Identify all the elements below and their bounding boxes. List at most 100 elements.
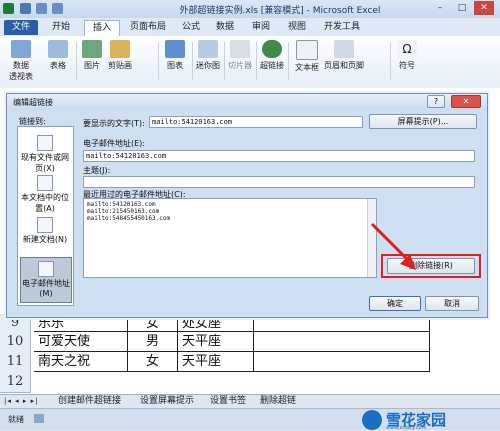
cell-sign[interactable]: 天平座 — [178, 332, 254, 352]
tab-review[interactable]: 审阅 — [246, 20, 276, 35]
recent-emails-list[interactable]: mailto:54120163.com mailto:215450163.com… — [83, 198, 377, 278]
ribbon-tabs: 文件 开始 插入 页面布局 公式 数据 审阅 视图 开发工具 — [0, 18, 500, 36]
macro-record-icon[interactable] — [34, 414, 44, 423]
snowflake-icon — [362, 410, 382, 430]
sheet-tab[interactable]: 创建邮件超链接 — [58, 395, 121, 408]
tab-data[interactable]: 数据 — [210, 20, 240, 35]
minimize-button[interactable]: – — [430, 1, 450, 15]
tab-page-layout[interactable]: 页面布局 — [124, 20, 172, 35]
clipart-button[interactable]: 剪贴画 — [106, 40, 134, 71]
textbox-icon — [296, 40, 318, 60]
watermark-logo: 雪花家园 www.xhjaty.com — [362, 409, 496, 431]
redo-icon[interactable] — [52, 3, 63, 14]
recent-email-item[interactable]: mailto:215450163.com — [87, 208, 373, 215]
help-button[interactable]: ? — [427, 95, 445, 108]
save-icon[interactable] — [20, 3, 31, 14]
sparkline-icon — [198, 40, 218, 58]
clipart-icon — [110, 40, 130, 58]
ribbon: 数据 透视表 表格 图片 剪贴画 图表 迷你图 切片器 超链接 文本框 页眉和页… — [0, 36, 500, 89]
title-bar: 外部超链接实例.xls [兼容模式] - Microsoft Excel – □… — [0, 0, 500, 18]
sheet-tab[interactable]: 设置屏幕提示 — [140, 395, 194, 408]
email-icon — [38, 261, 54, 277]
new-document-icon — [37, 217, 53, 233]
ribbon-separator — [256, 42, 257, 80]
window-title: 外部超链接实例.xls [兼容模式] - Microsoft Excel — [179, 6, 381, 16]
subject-input[interactable] — [83, 176, 475, 188]
link-to-existing-file[interactable]: 现有文件或网页(X) — [20, 135, 70, 174]
dialog-title: 编辑超链接 — [13, 98, 53, 107]
tab-developer[interactable]: 开发工具 — [318, 20, 366, 35]
cell-name[interactable]: 可爱天使 — [34, 332, 128, 352]
cancel-button[interactable]: 取消 — [425, 296, 479, 311]
sheet-tab[interactable]: 删除超链 — [260, 395, 296, 408]
excel-app-icon — [3, 3, 14, 14]
link-to-email[interactable]: 电子邮件地址(M) — [20, 257, 72, 303]
slicer-icon — [230, 40, 250, 58]
display-text-input[interactable]: mailto:54120163.com — [149, 116, 363, 128]
tab-home[interactable]: 开始 — [44, 20, 78, 35]
ribbon-separator — [76, 42, 77, 80]
recent-email-item[interactable]: mailto:54120163.com — [87, 201, 373, 208]
cell-gender[interactable]: 男 — [128, 332, 178, 352]
omega-icon: Ω — [397, 40, 417, 58]
header-footer-button[interactable]: 页眉和页脚 — [324, 40, 364, 71]
table-button[interactable]: 表格 — [44, 40, 72, 71]
sparkline-button[interactable]: 迷你图 — [194, 40, 222, 71]
ribbon-separator — [192, 42, 193, 80]
dialog-close-button[interactable]: ✕ — [451, 95, 481, 108]
ribbon-separator — [224, 42, 225, 80]
sheet-tab-bar: |◂ ◂ ▸ ▸| 创建邮件超链接 设置屏幕提示 设置书签 删除超链 — [0, 394, 500, 409]
maximize-button[interactable]: □ — [452, 1, 472, 15]
dialog-title-bar: 编辑超链接 ? ✕ — [7, 94, 487, 110]
header-footer-icon — [334, 40, 354, 58]
link-to-pane: 现有文件或网页(X) 本文档中的位置(A) 新建文档(N) 电子邮件地址(M) — [17, 126, 74, 306]
email-address-label: 电子邮件地址(E): — [83, 139, 145, 148]
cell-gender[interactable]: 女 — [128, 352, 178, 372]
ribbon-separator — [390, 42, 391, 80]
cell-empty[interactable] — [254, 332, 430, 352]
document-place-icon — [37, 175, 53, 191]
recent-email-item[interactable]: mailto:548455450163.com — [87, 215, 373, 222]
status-bar: 就绪 雪花家园 www.xhjaty.com — [0, 408, 500, 431]
cell-sign[interactable]: 天平座 — [178, 352, 254, 372]
cell-name[interactable]: 南天之祝 — [34, 352, 128, 372]
table-icon — [48, 40, 68, 58]
sheet-tab[interactable]: 设置书签 — [210, 395, 246, 408]
watermark-url: www.xhjaty.com — [386, 425, 427, 431]
tab-formulas[interactable]: 公式 — [176, 20, 206, 35]
globe-file-icon — [37, 135, 53, 151]
hyperlink-button[interactable]: 超链接 — [258, 40, 286, 71]
row-header[interactable]: 12 — [0, 372, 31, 393]
annotation-arrow — [370, 222, 416, 270]
close-window-button[interactable]: ✕ — [474, 1, 494, 15]
globe-link-icon — [262, 40, 282, 58]
link-to-new-doc[interactable]: 新建文档(N) — [20, 217, 70, 245]
status-text: 就绪 — [8, 415, 24, 424]
pivot-table-icon — [11, 40, 31, 58]
ribbon-separator — [158, 42, 159, 80]
cell-empty[interactable] — [254, 352, 430, 372]
picture-button[interactable]: 图片 — [80, 40, 104, 71]
tab-file[interactable]: 文件 — [4, 20, 38, 35]
display-text-label: 要显示的文字(T): — [83, 119, 145, 128]
empty-row[interactable] — [34, 372, 500, 392]
email-address-input[interactable]: mailto:54120163.com — [83, 150, 475, 162]
symbol-button[interactable]: Ω 符号 — [394, 40, 420, 71]
row-header[interactable]: 11 — [0, 352, 31, 373]
sheet-nav-arrows[interactable]: |◂ ◂ ▸ ▸| — [4, 395, 56, 408]
chart-button[interactable]: 图表 — [162, 40, 188, 71]
pivot-table-button[interactable]: 数据 透视表 — [6, 40, 36, 82]
undo-icon[interactable] — [36, 3, 47, 14]
chart-icon — [165, 40, 185, 58]
link-to-place-in-doc[interactable]: 本文档中的位置(A) — [20, 175, 70, 214]
tab-insert[interactable]: 插入 — [84, 20, 120, 36]
textbox-button[interactable]: 文本框 — [292, 40, 322, 73]
picture-icon — [82, 40, 102, 58]
tab-view[interactable]: 视图 — [282, 20, 312, 35]
ok-button[interactable]: 确定 — [369, 296, 421, 311]
screen-tip-button[interactable]: 屏幕提示(P)... — [369, 114, 477, 129]
row-header[interactable]: 10 — [0, 332, 31, 353]
subject-label: 主题(J): — [83, 166, 111, 175]
ribbon-separator — [288, 42, 289, 80]
slicer-button[interactable]: 切片器 — [226, 40, 254, 71]
